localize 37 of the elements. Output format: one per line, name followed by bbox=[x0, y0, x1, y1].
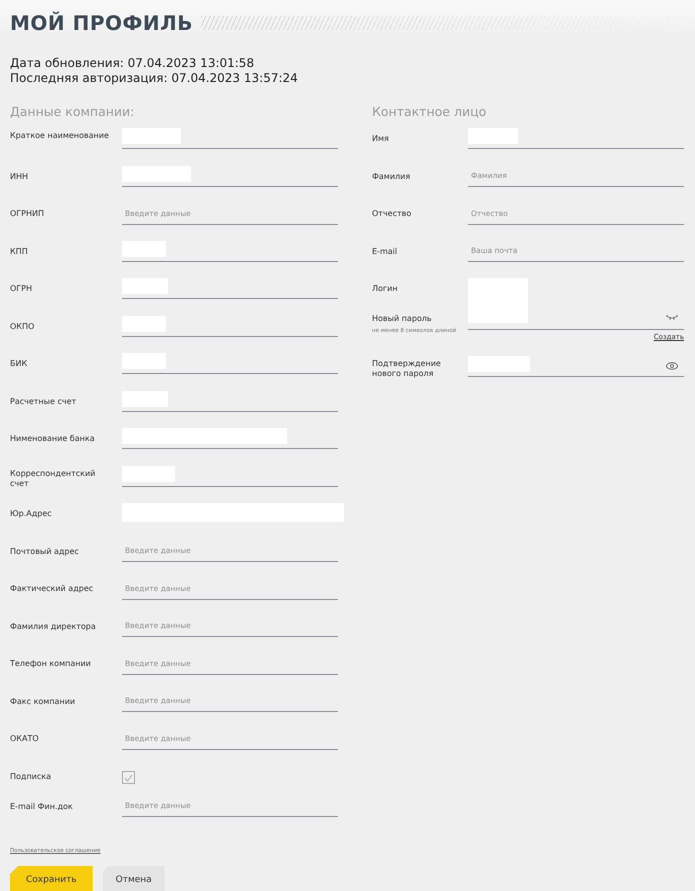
field-label: Фамилия директора bbox=[10, 620, 97, 632]
field-label: Юр.Адрес bbox=[10, 508, 53, 519]
check-icon bbox=[124, 774, 133, 782]
field-label: Расчетные счет bbox=[10, 396, 78, 406]
field-label: Подписка bbox=[10, 770, 52, 782]
save-button[interactable]: Сохранить bbox=[10, 866, 93, 891]
section-heading: Данные компании: bbox=[10, 104, 136, 121]
field-label: Фамилия bbox=[372, 170, 412, 182]
field-label: Телефон компании bbox=[10, 658, 92, 669]
field-label: Краткое наименование bbox=[10, 130, 110, 141]
cancel-button[interactable]: Отмена bbox=[102, 866, 165, 891]
field-label: Новый пароль bbox=[372, 313, 433, 324]
field-label: E-mail bbox=[372, 246, 398, 256]
field-label: ОГРНИП bbox=[10, 208, 46, 219]
field-label: БИК bbox=[10, 358, 28, 369]
field-label: Нименование банка bbox=[10, 433, 96, 444]
meta-text: Последняя авторизация: 07.04.2023 13:57:24 bbox=[10, 71, 299, 86]
field-label: Логин bbox=[372, 283, 399, 294]
checkbox[interactable] bbox=[122, 771, 135, 784]
field-label: Фактический адрес bbox=[10, 583, 94, 594]
field-label: ОКПО bbox=[10, 320, 36, 332]
field-label: Отчество bbox=[372, 208, 412, 219]
field-label: Корреспондентский счет bbox=[10, 468, 96, 488]
eye-icon[interactable] bbox=[666, 362, 678, 370]
field-label: КПП bbox=[10, 246, 29, 256]
section-heading: Контактное лицо bbox=[372, 104, 488, 121]
field-label: ОГРН bbox=[10, 283, 34, 294]
field-label: Почтовый адрес bbox=[10, 546, 80, 556]
meta-text: Дата обновления: 07.04.2023 13:01:58 bbox=[10, 56, 256, 71]
field-label: Подтверждение нового пароля bbox=[372, 358, 442, 379]
field-label: ИНН bbox=[10, 170, 30, 182]
field-label: E-mail Фин.док bbox=[10, 800, 74, 812]
field-label: ОКАТО bbox=[10, 733, 40, 744]
field-label: Имя bbox=[372, 133, 390, 144]
field-label: Факс компании bbox=[10, 696, 76, 706]
page-title: МОЙ ПРОФИЛЬ bbox=[10, 11, 193, 35]
closed-eye-icon[interactable] bbox=[666, 314, 678, 321]
